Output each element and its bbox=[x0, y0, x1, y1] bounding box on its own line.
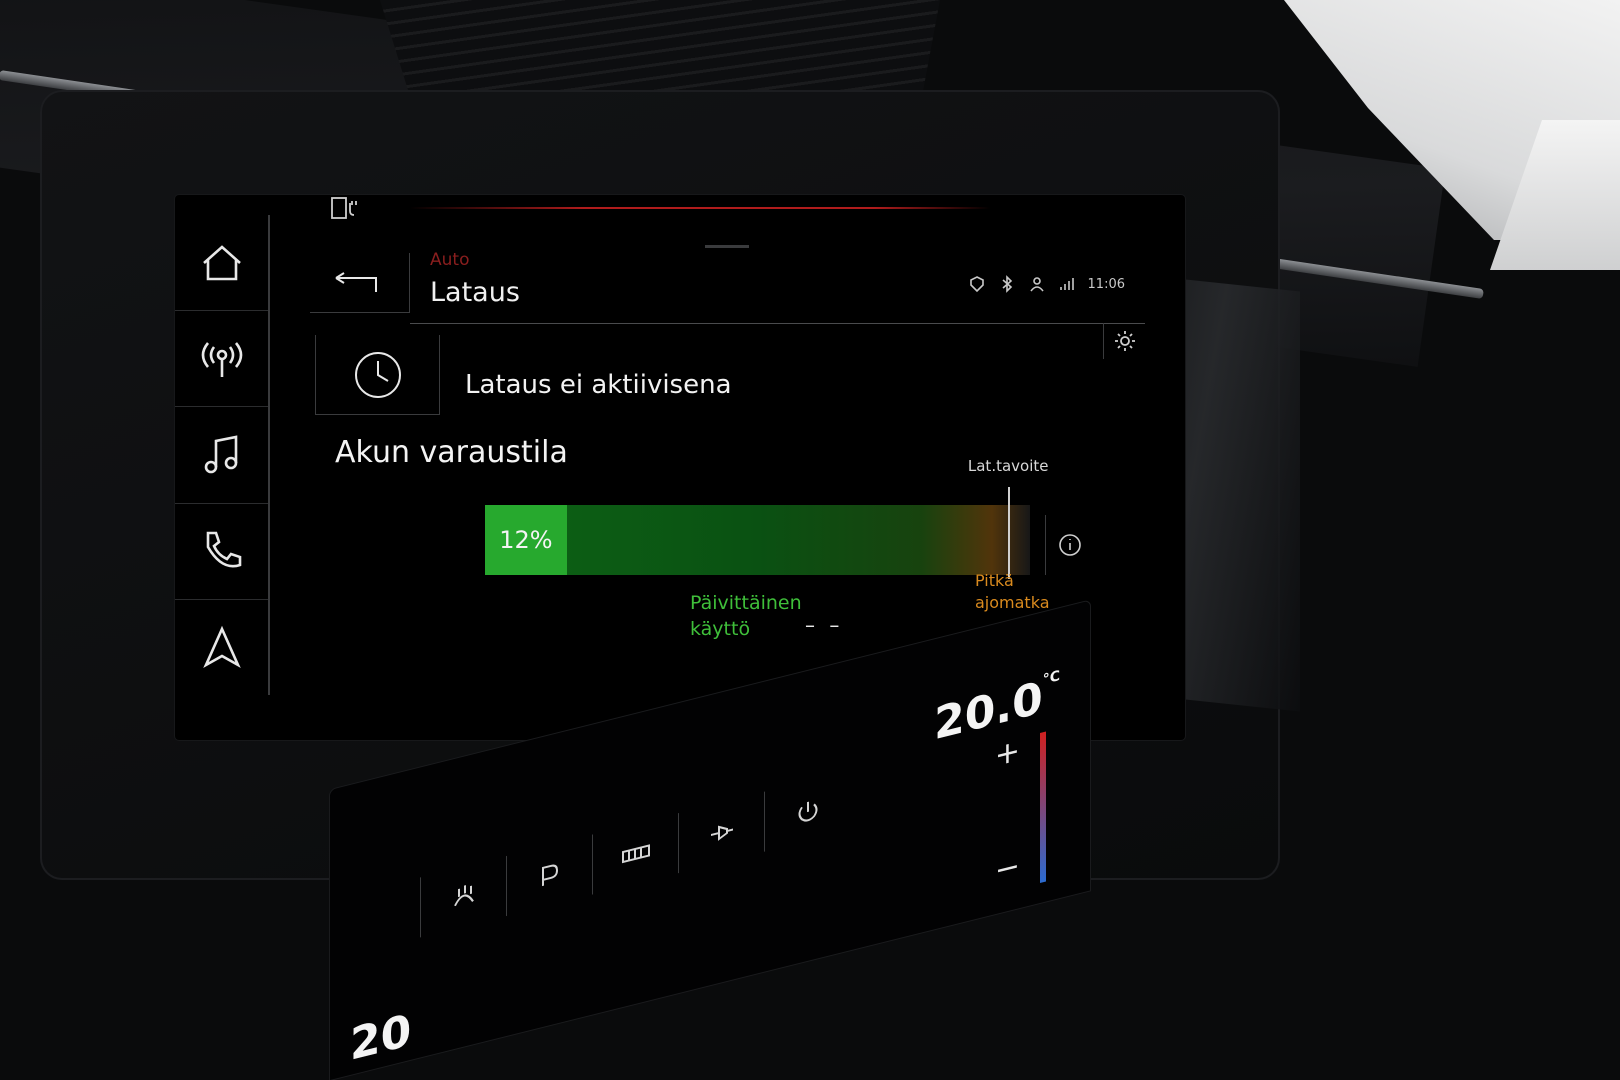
home-icon bbox=[202, 244, 241, 280]
user-icon bbox=[1029, 277, 1044, 292]
drive-select-button[interactable] bbox=[592, 813, 678, 895]
header-accent-line bbox=[410, 207, 990, 209]
charging-status: Lataus ei aktiivisena bbox=[465, 370, 732, 400]
daily-use-value: – – bbox=[805, 613, 844, 637]
daily-use-label: Päivittäinen käyttö bbox=[690, 592, 802, 640]
charging-plug-icon bbox=[330, 195, 360, 221]
menu-music[interactable] bbox=[175, 407, 268, 504]
back-button[interactable] bbox=[310, 253, 410, 313]
drag-handle[interactable] bbox=[705, 245, 749, 248]
shield-icon bbox=[969, 276, 984, 293]
settings-button[interactable] bbox=[1103, 323, 1145, 359]
clock-icon bbox=[354, 351, 401, 398]
gear-icon bbox=[1114, 331, 1135, 351]
menu-navigation[interactable] bbox=[175, 600, 268, 695]
clock-time: 11:06 bbox=[1087, 276, 1125, 292]
charge-target-marker[interactable] bbox=[1008, 487, 1011, 579]
breadcrumb[interactable]: Auto bbox=[430, 250, 469, 270]
info-button[interactable] bbox=[1045, 515, 1093, 575]
battery-level-bar[interactable]: 12% Lat.tavoite bbox=[485, 457, 1048, 579]
music-icon bbox=[204, 435, 237, 474]
power-button[interactable] bbox=[764, 770, 850, 852]
climate-button-row bbox=[420, 770, 850, 938]
temperature-slider[interactable] bbox=[1040, 731, 1046, 883]
charge-timer-button[interactable] bbox=[315, 335, 440, 415]
ev-plug-icon bbox=[710, 825, 733, 842]
phone-icon bbox=[206, 531, 241, 568]
battery-bar-fill: 12% bbox=[485, 505, 567, 575]
menu-phone[interactable] bbox=[175, 504, 268, 600]
parking-icon bbox=[541, 864, 558, 887]
drive-select-icon bbox=[621, 844, 650, 864]
menu-radio[interactable] bbox=[175, 311, 268, 408]
menu-home[interactable] bbox=[175, 215, 268, 312]
back-arrow-icon bbox=[334, 271, 377, 292]
long-trip-label: Pitkä ajomatka bbox=[975, 571, 1050, 612]
radio-icon bbox=[201, 341, 242, 377]
battery-section-title: Akun varaustila bbox=[335, 435, 568, 470]
main-menu-rail bbox=[175, 215, 270, 695]
battery-bar-track bbox=[485, 505, 1030, 575]
charging-button[interactable] bbox=[678, 791, 764, 874]
bluetooth-icon bbox=[1002, 275, 1012, 293]
left-temperature[interactable]: 20 bbox=[350, 1005, 411, 1071]
charge-target-label: Lat.tavoite bbox=[967, 457, 1049, 475]
battery-percent: 12% bbox=[499, 526, 553, 554]
temp-minus-button[interactable]: − bbox=[995, 848, 1020, 889]
info-icon bbox=[1058, 534, 1081, 556]
page-header: Auto Lataus 11:06 bbox=[310, 195, 1185, 359]
climate-mode-button[interactable] bbox=[420, 856, 506, 938]
power-icon bbox=[798, 801, 817, 822]
temp-plus-button[interactable]: + bbox=[995, 733, 1020, 774]
navigation-icon bbox=[202, 626, 241, 669]
page-title: Lataus bbox=[430, 277, 520, 308]
park-assist-button[interactable] bbox=[506, 834, 592, 917]
status-bar: 11:06 bbox=[968, 275, 1125, 293]
signal-icon bbox=[1059, 278, 1074, 290]
seat-heat-icon bbox=[453, 885, 474, 907]
header-divider bbox=[410, 323, 1145, 324]
